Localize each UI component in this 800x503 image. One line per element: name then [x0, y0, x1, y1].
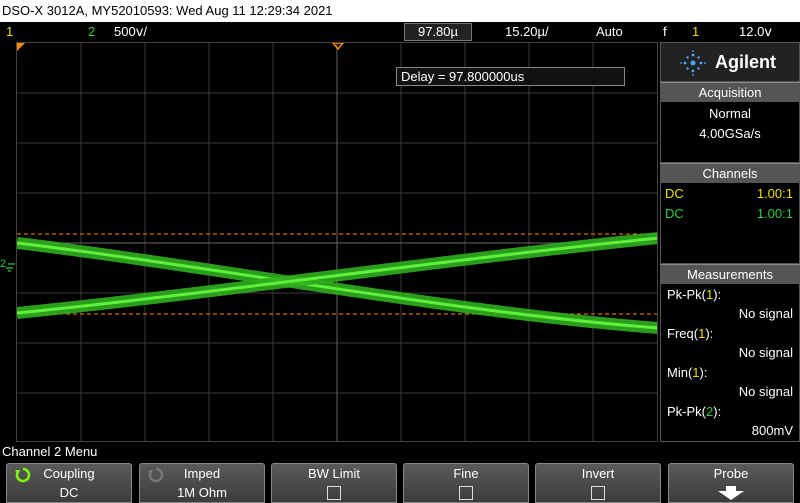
channels-header: Channels [660, 163, 800, 182]
status-bar: 1 2 500ⅴ/ 97.80µ 15.20µ/ Auto f 1 12.0ⅴ [0, 22, 800, 42]
brand-logo: Agilent [660, 42, 800, 82]
channel-2-coupling: DC [665, 206, 684, 221]
fine-softkey[interactable]: Fine [403, 463, 529, 503]
rotate-knob-icon [15, 467, 31, 483]
probe-label: Probe [713, 466, 749, 481]
trigger-channel: 1 [692, 24, 700, 39]
ch2-ground-marker[interactable]: 2 [0, 256, 16, 276]
imped-value: 1M Ohm [177, 485, 227, 500]
imped-softkey[interactable]: Imped 1M Ohm [139, 463, 265, 503]
window-title: DSO-X 3012A, MY52010593: Wed Aug 11 12:2… [0, 0, 800, 22]
fine-label: Fine [453, 466, 479, 481]
trigger-position-marker [17, 43, 25, 51]
menu-title: Channel 2 Menu [0, 443, 800, 461]
time-scale: 15.20µ/ [505, 24, 549, 39]
trigger-mode: Auto [596, 24, 623, 39]
coupling-value: DC [59, 485, 79, 500]
side-panel: Agilent Acquisition Normal 4.00GSa/s Cha… [660, 42, 800, 442]
ch2-marker-label: 2 [0, 258, 6, 270]
measurement-value: 800mV [751, 423, 793, 438]
delay-tag: Delay = 97.800000us [396, 67, 625, 86]
bw-limit-checkbox[interactable] [327, 486, 341, 500]
agilent-spark-icon [680, 50, 706, 76]
channel-1-coupling: DC [665, 186, 684, 201]
invert-softkey[interactable]: Invert [535, 463, 661, 503]
waveform-display[interactable] [16, 42, 658, 442]
trigger-edge-icon: f [663, 24, 667, 39]
measurements-header: Measurements [660, 264, 800, 283]
ch2-scale: 500ⅴ/ [114, 24, 147, 39]
probe-softkey[interactable]: Probe [668, 463, 794, 503]
channel-1-row: DC 1.00:1 [661, 184, 799, 204]
ch2-label[interactable]: 2 [88, 22, 95, 42]
invert-checkbox[interactable] [591, 486, 605, 500]
bw-limit-softkey[interactable]: BW Limit [271, 463, 397, 503]
measurement-label: Pk-Pk(2): [667, 404, 722, 419]
measurement-label: Pk-Pk(1): [667, 287, 722, 302]
measurement-value: No signal [738, 306, 793, 321]
sample-rate: 4.00GSa/s [699, 126, 761, 141]
measurement-value: No signal [738, 345, 793, 360]
acquisition-panel: Normal 4.00GSa/s [660, 101, 800, 163]
coupling-softkey[interactable]: Coupling DC [6, 463, 132, 503]
bw-limit-label: BW Limit [308, 466, 360, 481]
channel-2-row: DC 1.00:1 [661, 204, 799, 224]
acquisition-mode: Normal [709, 106, 751, 121]
measurement-value: No signal [738, 384, 793, 399]
graticule [17, 43, 657, 441]
channel-1-probe: 1.00:1 [756, 186, 793, 201]
rotate-knob-icon [148, 467, 164, 483]
submenu-arrow-icon [718, 486, 744, 500]
measurement-label: Freq(1): [667, 326, 714, 341]
fine-checkbox[interactable] [459, 486, 473, 500]
softkey-bar: Coupling DC Imped 1M Ohm BW Limit Fine I… [0, 461, 800, 503]
measurement-label: Min(1): [667, 365, 708, 380]
invert-label: Invert [581, 466, 615, 481]
trigger-level: 12.0ⅴ [739, 24, 772, 39]
channels-panel: DC 1.00:1 DC 1.00:1 [660, 182, 800, 264]
brand-name: Agilent [715, 52, 776, 72]
measurements-panel: Pk-Pk(1): No signal Freq(1): No signal M… [660, 283, 800, 442]
ch1-label[interactable]: 1 [6, 22, 13, 42]
delay-readout: 97.80µ [404, 23, 472, 41]
delay-marker [332, 43, 344, 51]
channel-2-probe: 1.00:1 [756, 206, 793, 221]
acquisition-header: Acquisition [660, 82, 800, 101]
